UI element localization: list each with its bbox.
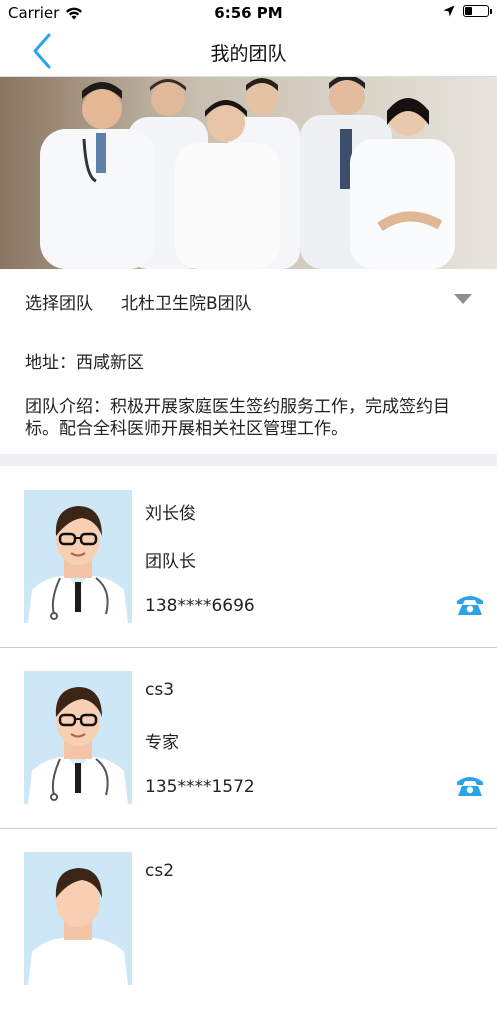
team-intro: 团队介绍：积极开展家庭医生签约服务工作，完成签约目标。配合全科医师开展相关社区管…	[25, 397, 450, 439]
navigation-bar: 我的团队	[0, 26, 497, 77]
doctor-avatar	[24, 671, 132, 804]
selected-team-value: 北杜卫生院B团队	[121, 294, 252, 314]
status-time: 6:56 PM	[214, 4, 283, 22]
doctor-avatar	[24, 490, 132, 623]
doctor-avatar-icon	[24, 490, 132, 623]
member-row[interactable]: cs3 专家 135****1572	[0, 648, 497, 829]
phone-icon[interactable]	[455, 593, 485, 617]
member-row[interactable]: cs2	[0, 829, 497, 1009]
member-role: 团队长	[145, 552, 196, 572]
member-phone: 138****6696	[145, 596, 255, 616]
section-separator	[0, 454, 497, 466]
member-phone: 135****1572	[145, 777, 255, 797]
member-name: 刘长俊	[145, 504, 196, 524]
member-name: cs3	[145, 680, 175, 700]
battery-level	[465, 7, 473, 15]
phone-icon[interactable]	[455, 774, 485, 798]
page-title: 我的团队	[210, 43, 287, 65]
team-banner-image	[0, 77, 497, 269]
doctor-avatar-icon	[24, 852, 132, 985]
battery-icon	[463, 5, 492, 17]
team-select-label: 选择团队	[25, 294, 93, 314]
location-arrow-icon	[443, 5, 455, 17]
team-photo	[0, 77, 497, 269]
team-address: 地址：西咸新区	[25, 353, 144, 373]
team-select-row[interactable]: 选择团队 北杜卫生院B团队	[0, 269, 497, 329]
status-bar: Carrier 6:56 PM	[0, 0, 497, 26]
triangle-down-icon[interactable]	[453, 293, 473, 305]
member-name: cs2	[145, 861, 175, 881]
member-row[interactable]: 刘长俊 团队长 138****6696	[0, 467, 497, 648]
doctor-avatar	[24, 852, 132, 985]
doctor-avatar-icon	[24, 671, 132, 804]
member-role: 专家	[145, 733, 179, 753]
